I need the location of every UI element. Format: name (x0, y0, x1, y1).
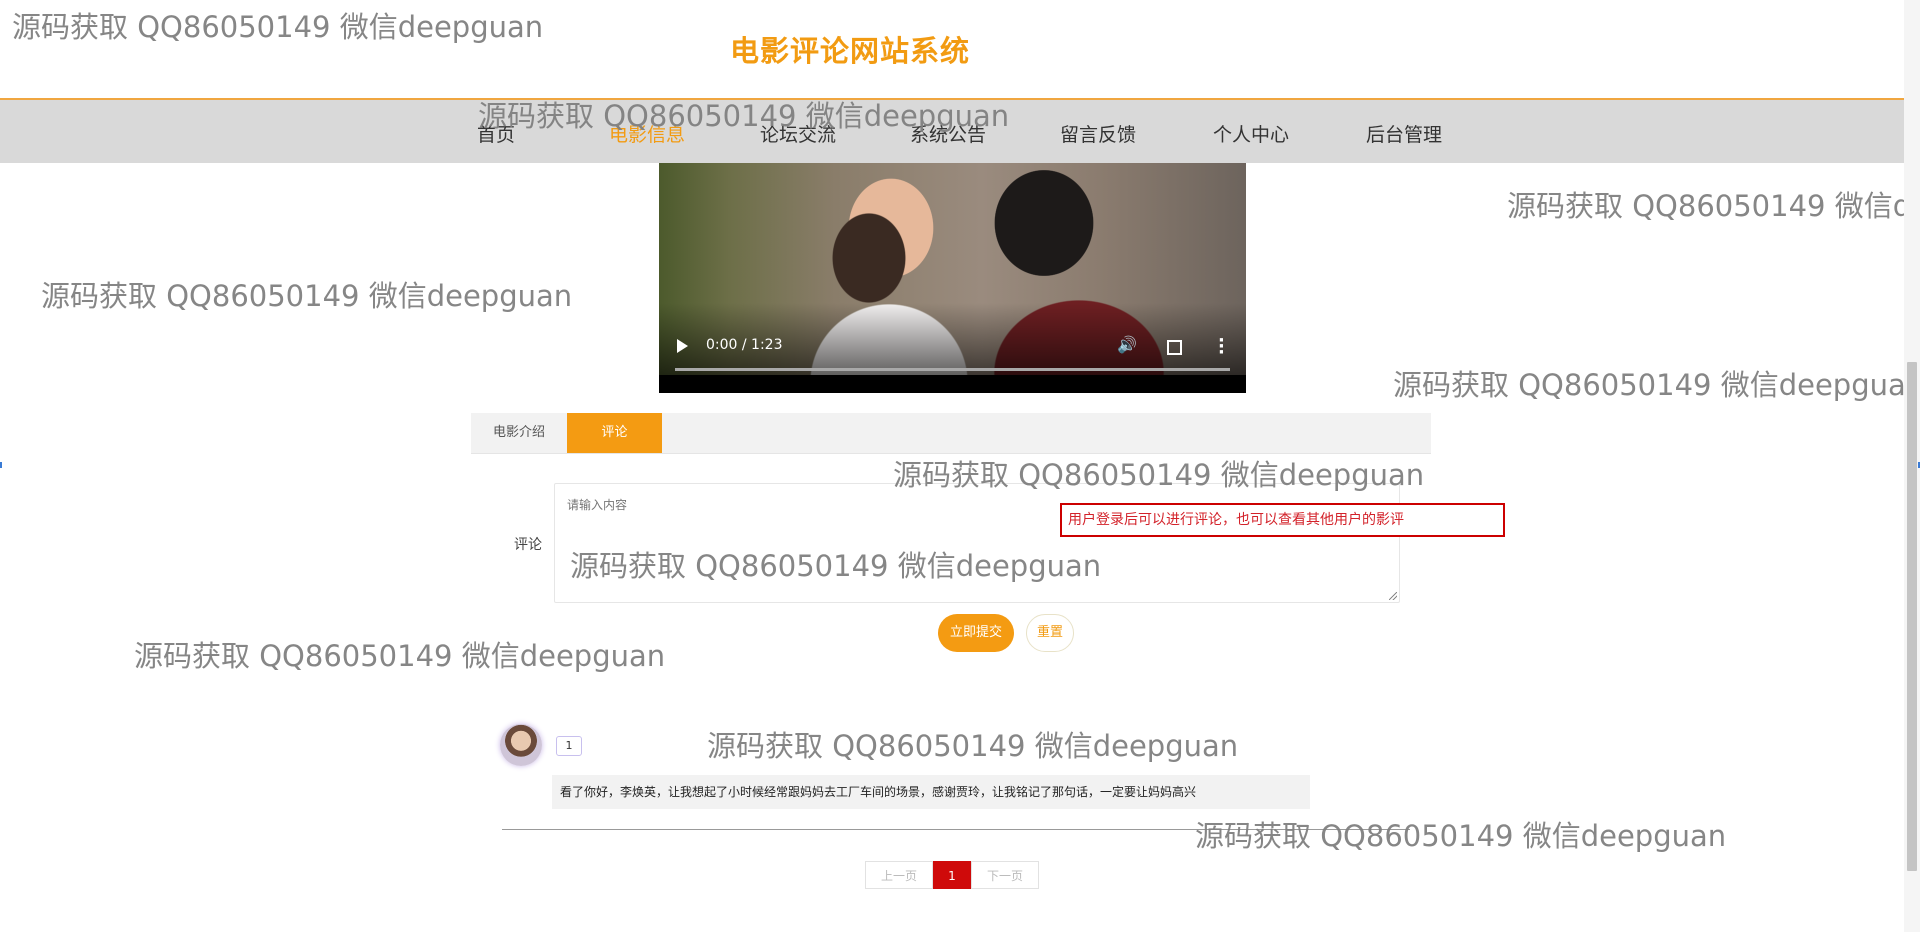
watermark: 源码获取 QQ86050149 微信deepguan (1195, 819, 1727, 853)
prev-page-button[interactable]: 上一页 (865, 861, 933, 889)
reset-button[interactable]: 重置 (1026, 614, 1074, 652)
video-progress-bar[interactable] (675, 368, 1230, 371)
comment-text: 看了你好，李焕英，让我想起了小时候经常跟妈妈去工厂车间的场景，感谢贾玲，让我铭记… (552, 775, 1310, 809)
nav-item-announcements[interactable]: 系统公告 (910, 120, 986, 147)
scrollbar-thumb[interactable] (1907, 362, 1917, 871)
nav-item-home[interactable]: 首页 (477, 120, 515, 147)
next-page-button[interactable]: 下一页 (971, 861, 1039, 889)
play-icon[interactable] (677, 339, 688, 353)
video-player[interactable]: 0:00 / 1:23 🔊 · · · (659, 163, 1246, 393)
submit-button[interactable]: 立即提交 (938, 614, 1014, 652)
comment-box (554, 483, 1400, 603)
nav-item-forum[interactable]: 论坛交流 (760, 120, 836, 147)
avatar (500, 724, 542, 766)
tab-comments[interactable]: 评论 (567, 413, 662, 453)
site-title: 电影评论网站系统 (729, 34, 970, 68)
tab-movie-intro[interactable]: 电影介绍 (471, 413, 567, 453)
more-options-icon[interactable]: · · · (1218, 332, 1225, 362)
watermark: 源码获取 QQ86050149 微信deepguan (41, 279, 573, 313)
edge-marker-left (0, 462, 2, 468)
current-page-button[interactable]: 1 (933, 861, 971, 889)
comment-label: 评论 (514, 537, 542, 553)
nav-item-feedback[interactable]: 留言反馈 (1060, 120, 1136, 147)
nav-item-personal-center[interactable]: 个人中心 (1213, 120, 1289, 147)
nav-item-movie-info[interactable]: 电影信息 (609, 120, 685, 147)
watermark: 源码获取 QQ86050149 微信deepguan (1507, 189, 1904, 223)
watermark: 源码获取 QQ86050149 微信deepguan (707, 729, 1239, 763)
comment-input[interactable] (555, 484, 1399, 602)
fullscreen-icon[interactable] (1167, 340, 1182, 355)
video-letterbox (659, 375, 1246, 393)
watermark: 源码获取 QQ86050149 微信deepguan (134, 639, 666, 673)
main-nav: 首页 电影信息 论坛交流 系统公告 留言反馈 个人中心 后台管理 (0, 100, 1904, 163)
nav-item-admin[interactable]: 后台管理 (1366, 120, 1442, 147)
video-time: 0:00 / 1:23 (706, 337, 783, 353)
movie-tabs: 电影介绍 评论 (471, 413, 1431, 454)
volume-icon[interactable]: 🔊 (1117, 335, 1137, 354)
annotation-note: 用户登录后可以进行评论，也可以查看其他用户的影评 (1060, 503, 1505, 537)
watermark: 源码获取 QQ86050149 微信deepguan (1393, 368, 1904, 402)
comment-username: 1 (556, 736, 582, 756)
comment-divider (502, 829, 1410, 830)
resize-handle-icon[interactable] (1389, 592, 1397, 600)
